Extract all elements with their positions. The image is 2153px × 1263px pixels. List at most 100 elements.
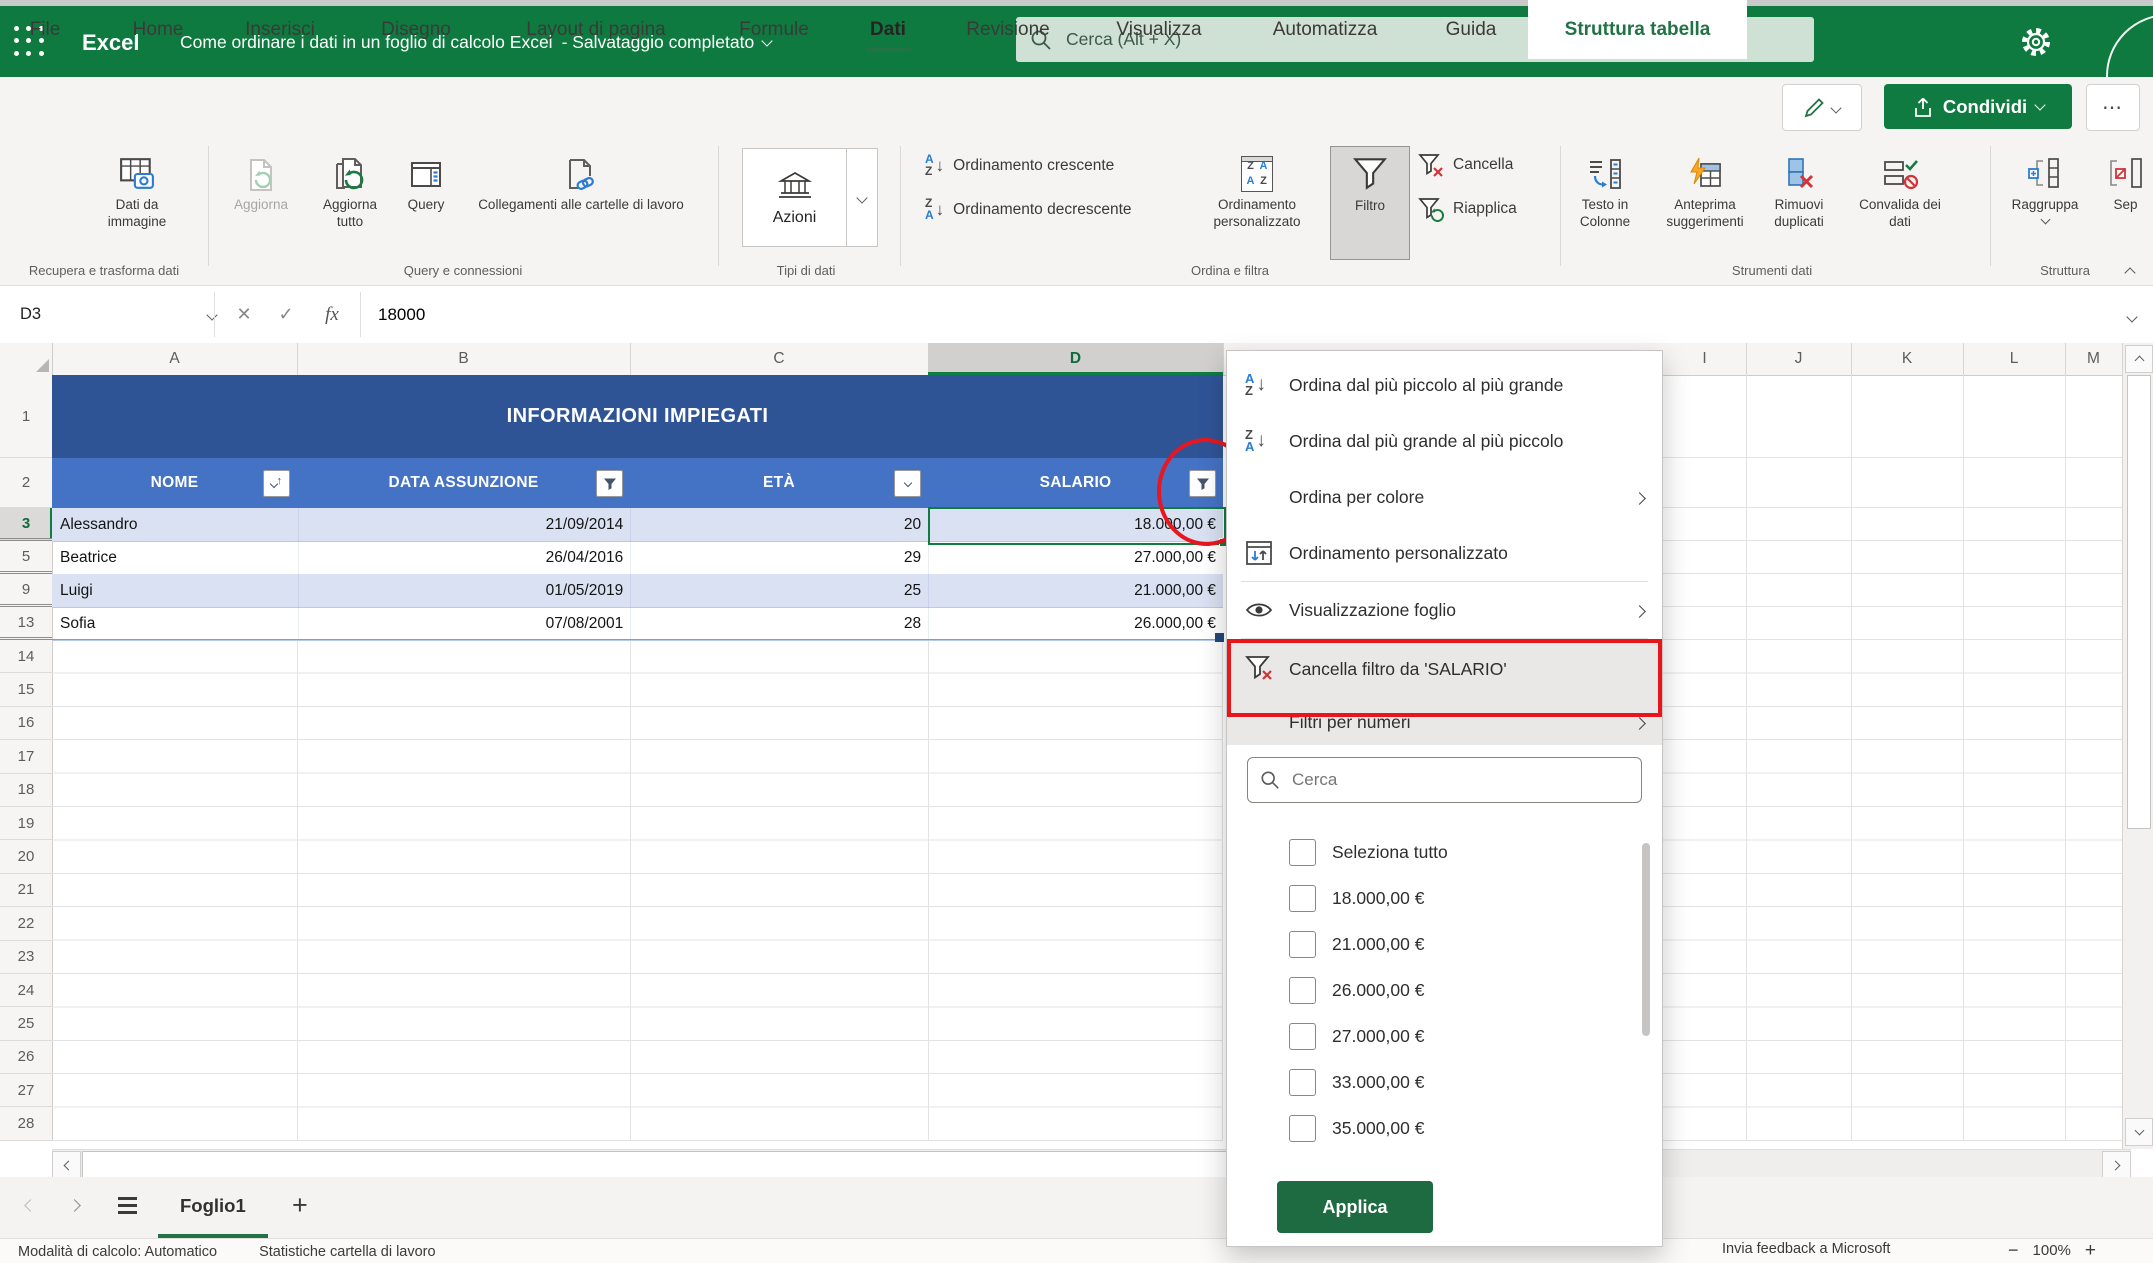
column-header-c[interactable]: C	[630, 343, 929, 375]
row-header-21[interactable]: 21	[0, 874, 52, 907]
collegamenti-button[interactable]: Collegamenti alle cartelle di lavoro	[466, 146, 696, 258]
scroll-right-button[interactable]	[2102, 1151, 2131, 1179]
filter-search-input[interactable]	[1290, 769, 1594, 791]
cancella-filtro-button[interactable]: Cancella	[1418, 152, 1513, 178]
row-header-14[interactable]: 14	[0, 640, 52, 673]
empty-grid-left[interactable]	[52, 640, 1223, 1141]
row-header-28[interactable]: 28	[0, 1107, 52, 1140]
ordinamento-crescente-button[interactable]: AZ↓ Ordinamento crescente	[925, 154, 1114, 177]
checkbox[interactable]	[1289, 1069, 1316, 1096]
cell-a9-name[interactable]: Luigi	[52, 574, 299, 607]
editing-mode-button[interactable]	[1782, 84, 1862, 131]
expand-formula-bar-button[interactable]	[2128, 308, 2136, 326]
checkbox[interactable]	[1289, 931, 1316, 958]
row-header-1[interactable]: 1	[0, 375, 52, 458]
table-resize-handle[interactable]	[1215, 633, 1224, 642]
ordinamento-personalizzato-button[interactable]: ZAAZ Ordinamento personalizzato	[1197, 146, 1317, 258]
menu-item-clear-filter-salario[interactable]: Cancella filtro da 'SALARIO'	[1227, 639, 1662, 699]
cell-b13-date[interactable]: 07/08/2001	[299, 607, 631, 640]
azioni-dropdown[interactable]: Azioni	[742, 148, 878, 247]
name-box[interactable]: D3	[8, 294, 228, 335]
cell-c13-age[interactable]: 28	[631, 607, 929, 640]
vertical-scroll-thumb[interactable]	[2127, 375, 2151, 829]
filter-search-box[interactable]	[1247, 757, 1642, 803]
filter-option-27000[interactable]: 27.000,00 €	[1227, 1013, 1662, 1059]
filter-option-18000[interactable]: 18.000,00 €	[1227, 875, 1662, 921]
raggruppa-button[interactable]: Raggruppa	[2000, 146, 2090, 258]
menu-item-sort-largest[interactable]: ZA↓ Ordina dal più grande al più piccolo	[1227, 413, 1662, 469]
row-header-17[interactable]: 17	[0, 740, 52, 773]
tab-visualizza[interactable]: Visualizza	[1116, 0, 1201, 59]
column-header-a[interactable]: A	[52, 343, 298, 375]
tab-file[interactable]: File	[30, 0, 61, 59]
empty-grid-right-bottom[interactable]	[1663, 640, 2122, 1141]
row-header-25[interactable]: 25	[0, 1007, 52, 1040]
tab-guida[interactable]: Guida	[1446, 0, 1497, 59]
checkbox[interactable]	[1289, 1115, 1316, 1142]
row-header-3[interactable]: 3	[0, 508, 52, 541]
checkbox[interactable]	[1289, 885, 1316, 912]
zoom-in-icon[interactable]: +	[2085, 1240, 2096, 1262]
row-header-9[interactable]: 9	[0, 574, 52, 607]
dati-da-immagine-button[interactable]: Dati da immagine	[77, 146, 197, 258]
column-header-i[interactable]: I	[1663, 343, 1747, 375]
row-header-23[interactable]: 23	[0, 941, 52, 974]
scroll-down-button[interactable]	[2125, 1118, 2153, 1146]
tab-struttura-tabella[interactable]: Struttura tabella	[1528, 0, 1747, 59]
filter-option-33000[interactable]: 33.000,00 €	[1227, 1059, 1662, 1105]
calc-mode-status[interactable]: Modalità di calcolo: Automatico	[18, 1244, 217, 1260]
select-all-corner[interactable]	[0, 343, 53, 376]
formula-input[interactable]: 18000	[378, 294, 425, 335]
cancel-entry-button[interactable]: ✕	[224, 294, 264, 335]
cell-b9-date[interactable]: 01/05/2019	[299, 574, 631, 607]
filter-option-21000[interactable]: 21.000,00 €	[1227, 921, 1662, 967]
tab-automatizza[interactable]: Automatizza	[1273, 0, 1378, 59]
sheet-tab-foglio1[interactable]: Foglio1	[158, 1177, 268, 1238]
filter-button-eta[interactable]	[894, 470, 921, 497]
aggiorna-button[interactable]: Aggiorna	[211, 146, 311, 258]
cell-c3-age[interactable]: 20	[631, 508, 929, 541]
row-header-20[interactable]: 20	[0, 840, 52, 873]
testo-in-colonne-button[interactable]: Testo in Colonne	[1557, 146, 1653, 258]
horizontal-scroll-thumb[interactable]	[82, 1151, 1244, 1179]
cell-c5-age[interactable]: 29	[631, 541, 929, 574]
menu-item-sort-by-color[interactable]: Ordina per colore	[1227, 469, 1662, 525]
share-button[interactable]: Condividi	[1884, 84, 2072, 129]
row-header-15[interactable]: 15	[0, 673, 52, 706]
scroll-left-button[interactable]	[52, 1151, 81, 1179]
tab-inserisci[interactable]: Inserisci	[245, 0, 315, 59]
cell-d3-salary[interactable]: 18.000,00 €	[929, 508, 1223, 541]
filter-button-data-filtered[interactable]	[596, 470, 623, 497]
filter-option-26000[interactable]: 26.000,00 €	[1227, 967, 1662, 1013]
menu-item-sheet-view[interactable]: Visualizzazione foglio	[1227, 582, 1662, 638]
zoom-level[interactable]: 100%	[2033, 1242, 2071, 1259]
filter-option-35000[interactable]: 35.000,00 €	[1227, 1105, 1662, 1151]
aggiorna-tutto-button[interactable]: Aggiorna tutto	[300, 146, 400, 258]
zoom-out-icon[interactable]: −	[2008, 1240, 2019, 1261]
tab-dati[interactable]: Dati	[870, 0, 906, 59]
checkbox[interactable]	[1289, 977, 1316, 1004]
column-header-j[interactable]: J	[1746, 343, 1852, 375]
tab-revisione[interactable]: Revisione	[966, 0, 1049, 59]
filter-button-salario-filtered[interactable]	[1189, 470, 1216, 497]
filtro-button[interactable]: Filtro	[1330, 146, 1410, 260]
row-header-16[interactable]: 16	[0, 707, 52, 740]
menu-item-number-filters[interactable]: Filtri per numeri	[1227, 699, 1662, 745]
tab-disegno[interactable]: Disegno	[381, 0, 451, 59]
row-header-26[interactable]: 26	[0, 1041, 52, 1074]
prev-sheet-button[interactable]	[26, 1177, 35, 1234]
next-sheet-button[interactable]	[70, 1177, 79, 1234]
table-title-banner[interactable]: INFORMAZIONI IMPIEGATI	[52, 375, 1223, 458]
column-header-l[interactable]: L	[1963, 343, 2066, 375]
cell-d13-salary[interactable]: 26.000,00 €	[929, 607, 1223, 640]
cell-d9-salary[interactable]: 21.000,00 €	[929, 574, 1223, 607]
gear-icon[interactable]	[2020, 26, 2052, 63]
row-header-19[interactable]: 19	[0, 807, 52, 840]
menu-item-custom-sort[interactable]: Ordinamento personalizzato	[1227, 525, 1662, 581]
add-sheet-button[interactable]: +	[292, 1177, 308, 1234]
scroll-up-button[interactable]	[2125, 345, 2153, 373]
convalida-dati-button[interactable]: Convalida dei dati	[1845, 146, 1955, 258]
filter-button-nome-sorted[interactable]: ↑	[263, 470, 290, 497]
cell-c9-age[interactable]: 25	[631, 574, 929, 607]
column-header-m[interactable]: M	[2065, 343, 2122, 375]
